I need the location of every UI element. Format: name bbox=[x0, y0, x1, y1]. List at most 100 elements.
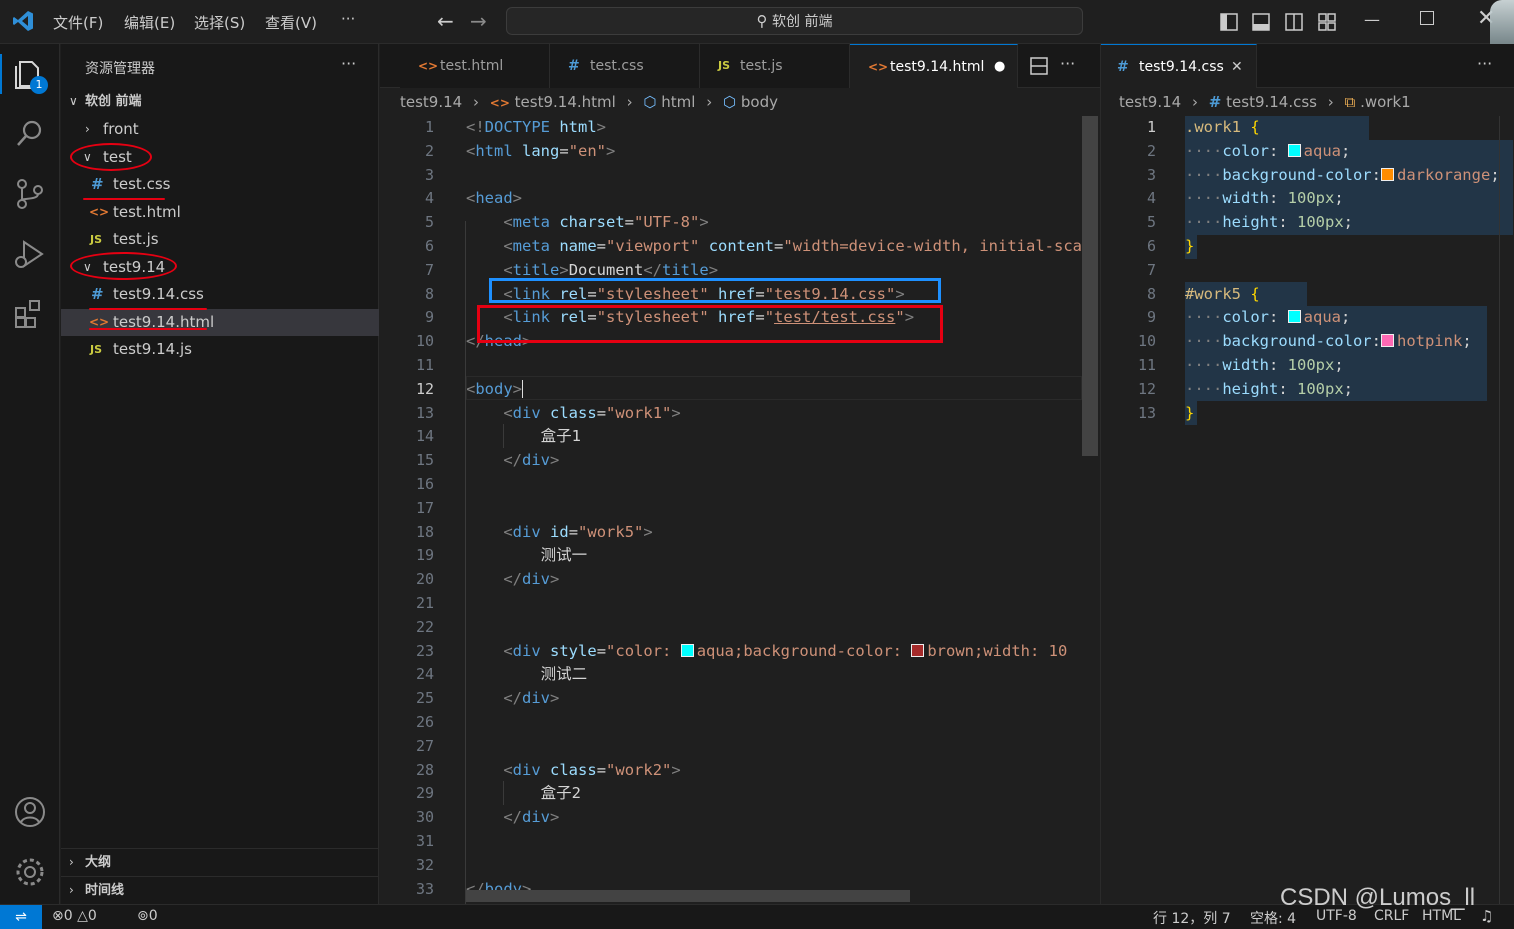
customize-layout-icon[interactable] bbox=[1318, 13, 1336, 31]
line-number: 6 bbox=[1146, 237, 1156, 255]
breadcrumb-file[interactable]: test9.14.html bbox=[515, 93, 616, 111]
toggle-primary-sidebar-icon[interactable] bbox=[1220, 13, 1238, 31]
vertical-scrollbar[interactable] bbox=[1082, 116, 1098, 456]
breadcrumb-folder[interactable]: test9.14 bbox=[400, 93, 462, 111]
breadcrumb-html[interactable]: html bbox=[661, 93, 695, 111]
line-number: 26 bbox=[415, 713, 434, 731]
tree-folder-front[interactable]: › front bbox=[61, 116, 379, 143]
tab-test9-14-html[interactable]: <> test9.14.html ● bbox=[850, 44, 1018, 88]
menu-selection[interactable]: 选择(S) bbox=[194, 12, 245, 33]
annotation-underline-test9-14-css bbox=[89, 308, 207, 310]
menu-view[interactable]: 查看(V) bbox=[265, 12, 317, 33]
cursor-position[interactable]: 行 12，列 7 bbox=[1153, 908, 1231, 928]
outline-section[interactable]: › 大纲 bbox=[61, 848, 379, 875]
notifications-bell-icon[interactable]: ♫ bbox=[1480, 907, 1493, 925]
tree-file-test-html[interactable]: <> test.html bbox=[61, 199, 379, 226]
split-editor-icon[interactable] bbox=[1030, 57, 1048, 75]
html-file-icon: <> bbox=[89, 315, 110, 329]
line-number: 10 bbox=[1137, 332, 1156, 351]
menu-more-button[interactable]: ··· bbox=[341, 10, 355, 28]
line-number: 6 bbox=[424, 237, 434, 255]
annotation-underline-test-css bbox=[83, 198, 165, 200]
editor-more-button[interactable]: ··· bbox=[1477, 54, 1492, 73]
close-tab-icon[interactable]: ✕ bbox=[1231, 45, 1243, 89]
run-debug-icon[interactable] bbox=[12, 236, 48, 272]
forward-arrow-icon[interactable]: → bbox=[470, 9, 487, 33]
source-control-icon[interactable] bbox=[12, 176, 48, 212]
horizontal-scrollbar[interactable] bbox=[466, 890, 910, 902]
chevron-right-icon: › bbox=[85, 122, 90, 136]
html-file-icon: <> bbox=[89, 205, 110, 219]
toggle-panel-icon[interactable] bbox=[1252, 13, 1270, 31]
explorer-badge: 1 bbox=[30, 76, 48, 94]
title-bar: 文件(F) 编辑(E) 选择(S) 查看(V) ··· ← → ⚲ 软创 前端 … bbox=[0, 0, 1514, 76]
css-file-icon: # bbox=[1208, 93, 1222, 111]
toggle-secondary-sidebar-icon[interactable] bbox=[1285, 13, 1303, 31]
chevron-right-icon: › bbox=[1327, 93, 1334, 111]
problems-indicator[interactable]: ⊗0 △0 bbox=[52, 908, 97, 924]
watermark: CSDN @Lumos_ll bbox=[1280, 884, 1476, 911]
chevron-right-icon: › bbox=[706, 93, 713, 111]
tab-test-js[interactable]: JS test.js bbox=[700, 44, 850, 88]
annotation-circle-test bbox=[70, 143, 152, 171]
code-html[interactable]: <!DOCTYPE html> <html lang="en"> <head> … bbox=[466, 116, 1082, 901]
active-indicator bbox=[0, 54, 2, 94]
minimap-edge bbox=[1499, 116, 1500, 906]
line-number: 18 bbox=[415, 522, 434, 541]
menu-file[interactable]: 文件(F) bbox=[53, 12, 103, 33]
element-cube-icon: ⬡ bbox=[643, 93, 657, 111]
minimize-icon[interactable]: — bbox=[1364, 10, 1380, 29]
extensions-icon[interactable] bbox=[12, 296, 48, 332]
tree-root-folder[interactable]: ∨ 软创 前端 bbox=[61, 88, 379, 115]
breadcrumb-body[interactable]: body bbox=[741, 93, 778, 111]
timeline-section[interactable]: › 时间线 bbox=[61, 876, 379, 903]
remote-icon[interactable]: ⇌ bbox=[0, 905, 42, 929]
code-css[interactable]: .work1 { ····color: aqua; ····background… bbox=[1185, 116, 1500, 425]
account-icon[interactable] bbox=[12, 794, 48, 830]
editor-more-button[interactable]: ··· bbox=[1060, 54, 1075, 73]
chevron-right-icon: › bbox=[69, 855, 74, 869]
breadcrumb-folder[interactable]: test9.14 bbox=[1119, 93, 1181, 111]
back-arrow-icon[interactable]: ← bbox=[437, 9, 454, 33]
tab-test9-14-css[interactable]: # test9.14.css ✕ bbox=[1101, 44, 1257, 88]
search-icon[interactable] bbox=[12, 116, 48, 152]
maximize-icon[interactable] bbox=[1420, 11, 1434, 25]
line-number: 20 bbox=[415, 570, 434, 589]
tab-test-css[interactable]: # test.css bbox=[550, 44, 700, 88]
breadcrumb-selector[interactable]: .work1 bbox=[1360, 93, 1411, 111]
breadcrumb-file[interactable]: test9.14.css bbox=[1226, 93, 1317, 111]
tab-test-html[interactable]: <> test.html bbox=[400, 44, 550, 88]
js-file-icon: JS bbox=[90, 233, 103, 246]
js-file-icon: JS bbox=[90, 343, 103, 356]
line-number: 32 bbox=[415, 855, 434, 874]
command-search-box[interactable]: ⚲ 软创 前端 bbox=[506, 7, 1083, 35]
unsaved-dot-icon[interactable]: ● bbox=[994, 45, 1005, 89]
line-number: 12 bbox=[1137, 379, 1156, 398]
chevron-right-icon: › bbox=[1192, 93, 1198, 111]
line-number: 29 bbox=[415, 784, 434, 803]
line-number: 11 bbox=[415, 356, 434, 374]
line-number: 1 bbox=[1146, 118, 1156, 136]
tree-file-test9-14-css[interactable]: # test9.14.css bbox=[61, 281, 379, 308]
line-number: 31 bbox=[415, 832, 434, 850]
ports-indicator[interactable]: ⊚0 bbox=[137, 908, 158, 924]
editor-group-right: # test9.14.css ✕ ··· test9.14 › # test9.… bbox=[1100, 44, 1514, 906]
breadcrumb-right: test9.14 › # test9.14.css › ⧉ .work1 bbox=[1119, 90, 1411, 114]
line-number: 24 bbox=[415, 665, 434, 684]
error-icon: ⊗ bbox=[52, 908, 64, 924]
css-file-icon: # bbox=[91, 285, 104, 303]
explorer-more-button[interactable]: ··· bbox=[341, 54, 356, 73]
menu-edit[interactable]: 编辑(E) bbox=[124, 12, 175, 33]
annotation-circle-test9-14 bbox=[70, 252, 177, 280]
tree-file-test-css[interactable]: # test.css bbox=[61, 171, 379, 198]
line-number: 8 bbox=[424, 284, 434, 303]
settings-gear-icon[interactable] bbox=[12, 854, 48, 890]
line-number: 14 bbox=[415, 427, 434, 446]
tree-file-test9-14-html[interactable]: <> test9.14.html bbox=[61, 309, 379, 336]
search-text: 软创 前端 bbox=[772, 14, 833, 30]
line-number: 1 bbox=[424, 118, 434, 136]
explorer-title: 资源管理器 bbox=[85, 61, 155, 77]
tree-file-test9-14-js[interactable]: JS test9.14.js bbox=[61, 336, 379, 363]
tree-file-test-js[interactable]: JS test.js bbox=[61, 226, 379, 253]
activity-bar: 1 bbox=[0, 44, 60, 904]
